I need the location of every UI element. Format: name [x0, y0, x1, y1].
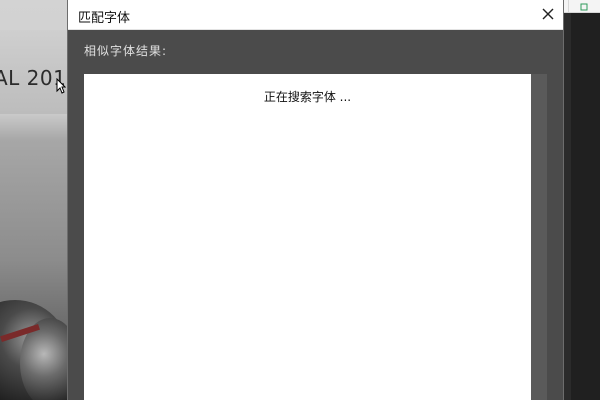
- mouse-cursor-icon: [56, 78, 66, 94]
- selection-edge-right: [563, 0, 564, 400]
- results-scrollbar[interactable]: [531, 74, 547, 400]
- background-artwork: AL 2016: [0, 0, 70, 400]
- results-label: 相似字体结果:: [84, 44, 168, 58]
- screen: AL 2016 匹配字体: [0, 0, 600, 400]
- dialog-title: 匹配字体: [78, 11, 131, 26]
- match-font-dialog: 匹配字体 相似字体结果: 正在搜索字体 ...: [68, 0, 563, 400]
- background-right-panel: [563, 0, 600, 400]
- close-button[interactable]: [539, 5, 557, 23]
- close-icon: [542, 8, 554, 20]
- font-results-list[interactable]: 正在搜索字体 ...: [84, 74, 531, 400]
- right-panel-area: [571, 0, 600, 400]
- search-status-text: 正在搜索字体 ...: [263, 90, 352, 104]
- dialog-titlebar[interactable]: 匹配字体: [68, 0, 563, 30]
- copy-icon[interactable]: [568, 0, 598, 12]
